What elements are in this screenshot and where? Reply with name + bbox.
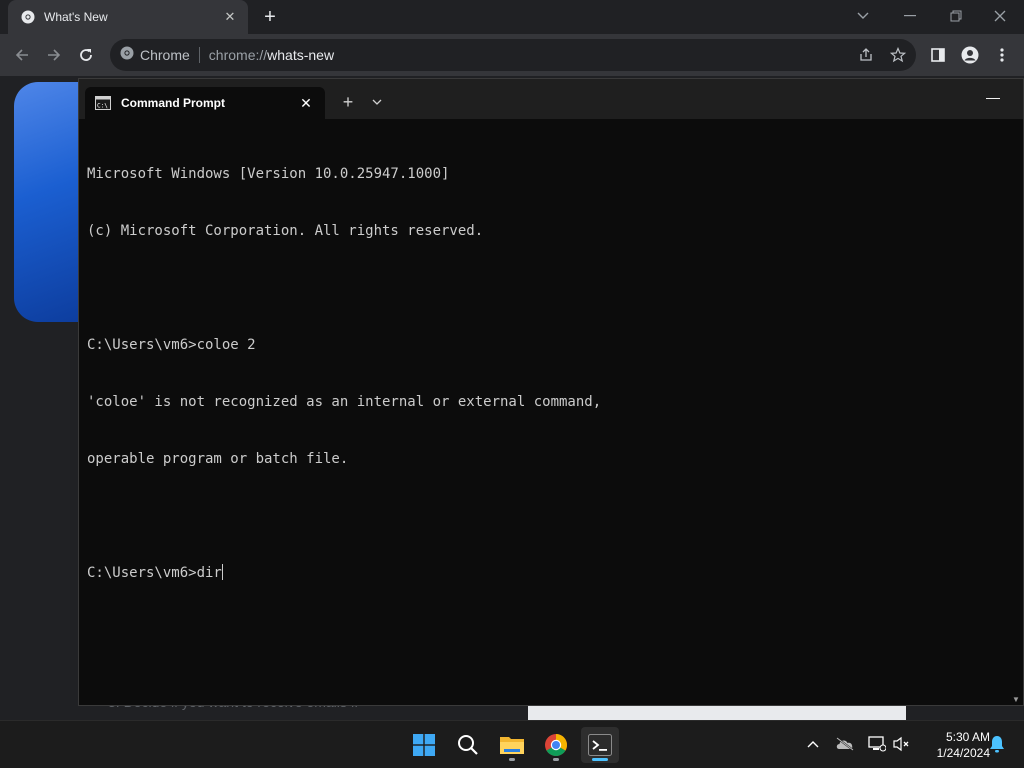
- browser-tab-close-icon[interactable]: ✕: [222, 9, 238, 25]
- clock-time: 5:30 AM: [945, 730, 990, 744]
- chrome-taskbar-button[interactable]: [537, 727, 575, 763]
- new-tab-button[interactable]: +: [258, 5, 282, 29]
- terminal-minimize-button[interactable]: —: [979, 85, 1007, 109]
- terminal-dropdown-chevron-icon[interactable]: [367, 91, 387, 113]
- file-explorer-icon: [500, 737, 524, 754]
- taskbar-search-button[interactable]: [449, 727, 487, 763]
- page-hero-graphic: [14, 82, 84, 322]
- start-icon: [413, 734, 435, 756]
- show-hidden-icons-chevron-icon[interactable]: [802, 733, 824, 755]
- terminal-new-tab-button[interactable]: +: [337, 91, 359, 113]
- chrome-favicon-icon: [20, 9, 36, 25]
- text-cursor: [221, 564, 223, 580]
- bookmark-star-icon[interactable]: [887, 44, 909, 66]
- terminal-tab-command-prompt[interactable]: C:\ Command Prompt ✕: [85, 87, 325, 119]
- terminal-tab-close-icon[interactable]: ✕: [297, 95, 315, 112]
- terminal-titlebar: C:\ Command Prompt ✕ + —: [79, 79, 1023, 119]
- search-icon: [458, 735, 478, 755]
- window-close-icon[interactable]: [986, 4, 1014, 28]
- terminal-taskbar-button[interactable]: [581, 727, 619, 763]
- scroll-down-arrow-icon[interactable]: ▼: [1011, 693, 1021, 705]
- chrome-icon: [545, 734, 567, 756]
- terminal-tab-title: Command Prompt: [121, 96, 226, 110]
- active-indicator: [592, 758, 608, 761]
- terminal-line: Microsoft Windows [Version 10.0.25947.10…: [87, 166, 450, 182]
- tab-strip: What's New ✕ +: [0, 0, 1024, 34]
- chrome-menu-icon[interactable]: [988, 41, 1016, 69]
- address-bar[interactable]: Chrome chrome:// whats-new: [110, 39, 916, 71]
- terminal-prompt-input[interactable]: C:\Users\vm6>dir: [87, 565, 222, 581]
- start-button[interactable]: [405, 727, 443, 763]
- terminal-output[interactable]: Microsoft Windows [Version 10.0.25947.10…: [87, 127, 1007, 687]
- browser-tab-whats-new[interactable]: What's New ✕: [8, 0, 248, 34]
- terminal-window: C:\ Command Prompt ✕ + — Microsoft Windo…: [78, 78, 1024, 706]
- site-label: Chrome: [140, 47, 190, 63]
- system-clock[interactable]: 5:30 AM 1/24/2024: [918, 729, 990, 761]
- back-icon[interactable]: [8, 41, 36, 69]
- reload-icon[interactable]: [72, 41, 100, 69]
- terminal-icon: [588, 734, 612, 756]
- url-host: whats-new: [267, 47, 335, 63]
- onedrive-icon[interactable]: [834, 733, 856, 755]
- window-restore-icon[interactable]: [942, 4, 970, 28]
- chrome-site-icon: [120, 46, 134, 65]
- terminal-line: operable program or batch file.: [87, 451, 349, 467]
- profile-avatar-icon[interactable]: [956, 41, 984, 69]
- cmd-icon: C:\: [95, 96, 111, 110]
- url-scheme: chrome://: [208, 47, 268, 63]
- taskbar: 5:30 AM 1/24/2024: [0, 720, 1024, 768]
- window-minimize-icon[interactable]: [896, 4, 924, 28]
- clock-date: 1/24/2024: [936, 746, 990, 760]
- side-panel-icon[interactable]: [924, 41, 952, 69]
- terminal-line: 'coloe' is not recognized as an internal…: [87, 394, 602, 410]
- browser-tab-title: What's New: [44, 10, 108, 24]
- network-icon[interactable]: [866, 733, 888, 755]
- forward-icon[interactable]: [40, 41, 68, 69]
- volume-muted-icon[interactable]: [890, 733, 912, 755]
- share-icon[interactable]: [855, 44, 877, 66]
- running-indicator: [509, 758, 515, 761]
- notification-bell-icon[interactable]: [986, 733, 1008, 755]
- omnibox-divider: [198, 47, 200, 63]
- svg-text:C:\: C:\: [97, 103, 108, 110]
- terminal-prompt-line[interactable]: C:\Users\vm6>dir: [87, 564, 1007, 583]
- terminal-line: (c) Microsoft Corporation. All rights re…: [87, 223, 484, 239]
- browser-toolbar: Chrome chrome:// whats-new: [0, 34, 1024, 76]
- terminal-line: C:\Users\vm6>coloe 2: [87, 337, 256, 353]
- running-indicator: [553, 758, 559, 761]
- file-explorer-button[interactable]: [493, 727, 531, 763]
- tab-search-chevron-icon[interactable]: [849, 4, 877, 28]
